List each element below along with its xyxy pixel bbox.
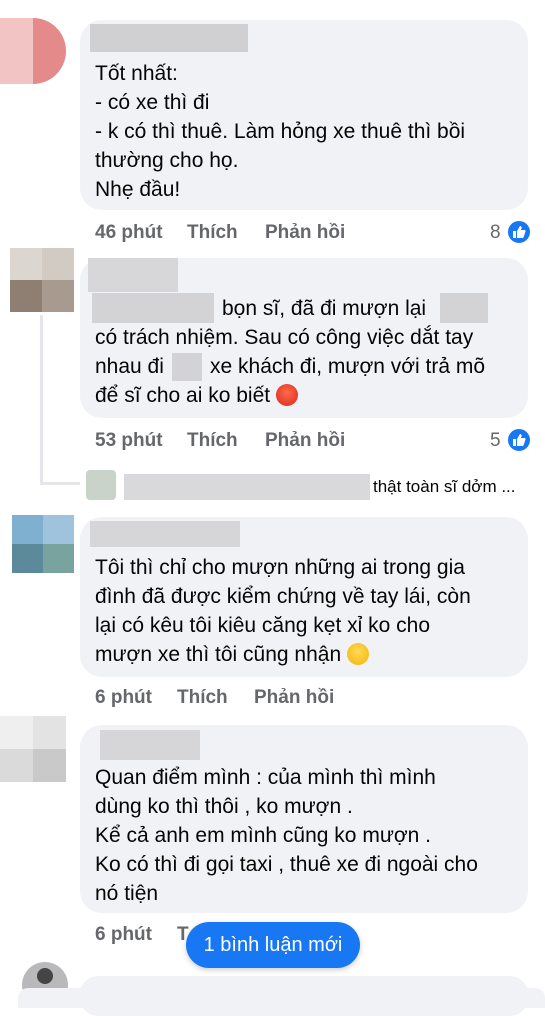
reply-author-name[interactable] xyxy=(124,474,370,500)
comment-text-line: Nhẹ đầu! xyxy=(95,178,181,201)
thread-line xyxy=(40,482,80,485)
author-name[interactable] xyxy=(90,521,240,547)
like-button[interactable]: Thích xyxy=(187,430,238,452)
new-comments-button[interactable]: 1 bình luận mới xyxy=(186,922,360,968)
comment-text-line: Kể cả anh em mình cũng ko mượn . xyxy=(95,824,431,847)
reply-button[interactable]: Phản hồi xyxy=(265,222,345,244)
comment-time[interactable]: 53 phút xyxy=(95,430,163,452)
comment-text-line: Tốt nhất: xyxy=(95,62,178,85)
like-button[interactable]: Thích xyxy=(187,222,238,244)
comment-text-line: đình đã được kiểm chứng về tay lái, còn xyxy=(95,585,471,608)
comment-time[interactable]: 6 phút xyxy=(95,687,152,709)
reply-preview-text[interactable]: thật toàn sĩ dởm ... xyxy=(373,477,516,497)
avatar[interactable] xyxy=(0,716,66,782)
comment-text-line: xe khách đi, mượn với trả mõ xyxy=(210,355,486,378)
author-name[interactable] xyxy=(90,24,248,52)
thread-line xyxy=(40,315,43,485)
comment-text-line: dùng ko thì thôi , ko mượn . xyxy=(95,795,353,818)
angry-emoji-icon xyxy=(275,384,298,406)
author-name[interactable] xyxy=(88,258,178,292)
avatar[interactable] xyxy=(10,248,74,312)
comment-text-line: Quan điểm mình : của mình thì mình xyxy=(95,766,436,789)
avatar[interactable] xyxy=(0,18,66,84)
reply-button[interactable]: Phản hồi xyxy=(265,430,345,452)
comment-time[interactable]: 46 phút xyxy=(95,222,163,244)
comment-text-line: - k có thì thuê. Làm hỏng xe thuê thì bồ… xyxy=(95,120,466,143)
comment-text-line: nó tiện xyxy=(95,882,159,905)
comment-text-line: Ko có thì đi gọi taxi , thuê xe đi ngoài… xyxy=(95,853,478,876)
like-reaction-icon xyxy=(506,427,532,453)
author-name[interactable] xyxy=(100,730,200,760)
like-reaction-icon xyxy=(506,219,532,245)
like-button[interactable]: Thích xyxy=(177,687,228,709)
comment-text-line: mượn xe thì tôi cũng nhận xyxy=(95,643,342,666)
redacted-text xyxy=(92,293,214,323)
comment-text-line: để sĩ cho ai ko biết xyxy=(95,384,271,407)
comment-text-line: mượn xe thì tôi cũng nhận xyxy=(95,641,369,670)
redacted-text xyxy=(172,353,202,381)
comment-text-line: lại có kêu tôi kiêu căng kẹt xỉ ko cho xyxy=(95,614,431,637)
comment-input-bar[interactable] xyxy=(18,988,545,1008)
grinning-emoji-icon xyxy=(346,643,369,665)
comment-text-line: có trách nhiệm. Sau có công việc dắt tay xyxy=(95,326,474,349)
avatar[interactable] xyxy=(12,515,74,573)
comment-text-line: - có xe thì đi xyxy=(95,91,210,114)
reply-button[interactable]: Phản hồi xyxy=(254,687,334,709)
comment-text-line: để sĩ cho ai ko biết xyxy=(95,382,298,411)
reply-avatar[interactable] xyxy=(86,470,116,500)
reaction-count[interactable]: 8 xyxy=(490,222,501,244)
comment-text-line: thường cho họ. xyxy=(95,149,239,172)
redacted-text xyxy=(440,293,488,323)
comment-text-line: Tôi thì chỉ cho mượn những ai trong gia xyxy=(95,556,465,579)
reaction-count[interactable]: 5 xyxy=(490,430,501,452)
comment-time[interactable]: 6 phút xyxy=(95,924,152,946)
comment-text-line: bọn sĩ, đã đi mượn lại xyxy=(222,297,427,320)
comment-text-line: nhau đi xyxy=(95,355,164,378)
